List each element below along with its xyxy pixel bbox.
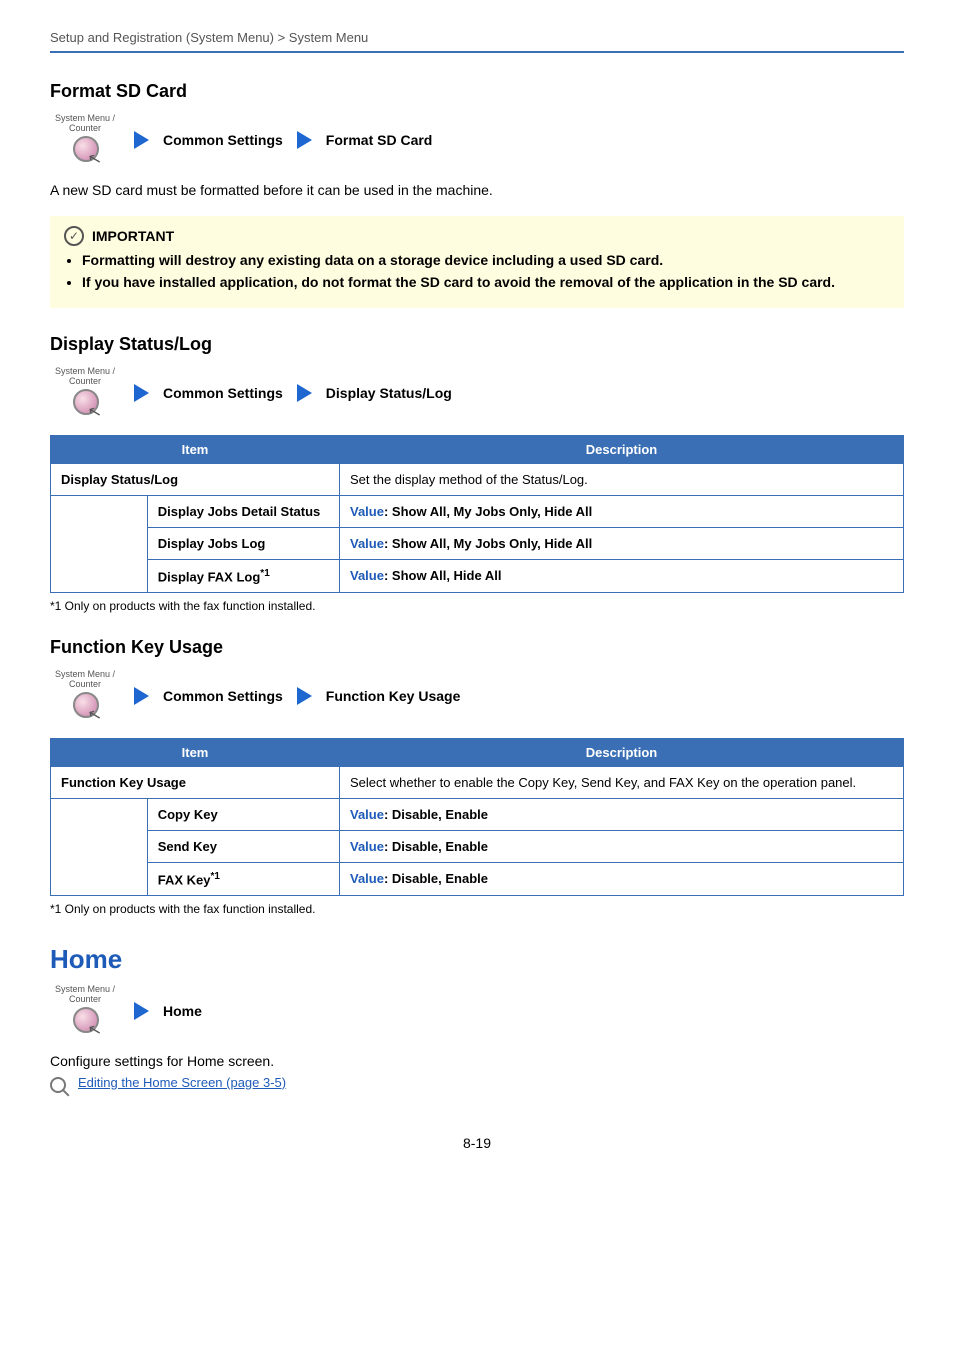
sub-desc: Value: Show All, My Jobs Only, Hide All: [340, 495, 904, 527]
th-item: Item: [51, 738, 340, 766]
arrow-right-icon: [297, 384, 312, 402]
sec2-nav: System Menu / Counter ↖ Common Settings …: [50, 367, 904, 419]
important-bullet: If you have installed application, do no…: [82, 274, 890, 290]
sub-item: Display Jobs Log: [147, 527, 339, 559]
arrow-right-icon: [134, 687, 149, 705]
header-rule: [50, 51, 904, 53]
system-menu-counter-icon: System Menu / Counter ↖: [50, 367, 120, 419]
running-head: Setup and Registration (System Menu) > S…: [50, 30, 904, 51]
indent-cell: [51, 495, 148, 592]
sec3-footnote: *1 Only on products with the fax functio…: [50, 902, 904, 916]
sec2-footnote: *1 Only on products with the fax functio…: [50, 599, 904, 613]
check-circle-icon: ✓: [64, 226, 84, 246]
sec2-title: Display Status/Log: [50, 334, 904, 355]
important-title: IMPORTANT: [92, 228, 174, 244]
sub-desc: Value: Disable, Enable: [340, 830, 904, 862]
sec1-nav: System Menu / Counter ↖ Common Settings …: [50, 114, 904, 166]
touch-icon: ↖: [70, 389, 100, 419]
row-item: Display Status/Log: [51, 463, 340, 495]
important-bullet: Formatting will destroy any existing dat…: [82, 252, 890, 268]
nav-common-settings: Common Settings: [163, 132, 283, 148]
system-menu-label: System Menu / Counter: [50, 114, 120, 134]
sub-desc: Value: Show All, Hide All: [340, 559, 904, 592]
sec4-body: Configure settings for Home screen.: [50, 1053, 904, 1069]
system-menu-label: System Menu / Counter: [50, 367, 120, 387]
arrow-right-icon: [134, 384, 149, 402]
nav-function-key-usage: Function Key Usage: [326, 688, 461, 704]
nav-home: Home: [163, 1003, 202, 1019]
touch-icon: ↖: [70, 1007, 100, 1037]
sub-desc: Value: Disable, Enable: [340, 798, 904, 830]
sub-item: Send Key: [147, 830, 339, 862]
system-menu-counter-icon: System Menu / Counter ↖: [50, 114, 120, 166]
sec1-title: Format SD Card: [50, 81, 904, 102]
touch-icon: ↖: [70, 692, 100, 722]
sub-item: Display Jobs Detail Status: [147, 495, 339, 527]
touch-icon: ↖: [70, 136, 100, 166]
sec3-title: Function Key Usage: [50, 637, 904, 658]
system-menu-counter-icon: System Menu / Counter ↖: [50, 670, 120, 722]
editing-home-screen-link[interactable]: Editing the Home Screen (page 3-5): [78, 1075, 286, 1090]
th-item: Item: [51, 435, 340, 463]
reference-row: Editing the Home Screen (page 3-5): [50, 1075, 904, 1095]
display-status-log-table: Item Description Display Status/Log Set …: [50, 435, 904, 593]
page-number: 8-19: [50, 1135, 904, 1151]
row-desc: Set the display method of the Status/Log…: [340, 463, 904, 495]
system-menu-label: System Menu / Counter: [50, 670, 120, 690]
sub-desc: Value: Disable, Enable: [340, 862, 904, 895]
system-menu-label: System Menu / Counter: [50, 985, 120, 1005]
important-box: ✓ IMPORTANT Formatting will destroy any …: [50, 216, 904, 308]
th-description: Description: [340, 435, 904, 463]
nav-common-settings: Common Settings: [163, 385, 283, 401]
row-item: Function Key Usage: [51, 766, 340, 798]
sub-item: Display FAX Log*1: [147, 559, 339, 592]
arrow-right-icon: [134, 1002, 149, 1020]
sub-desc: Value: Show All, My Jobs Only, Hide All: [340, 527, 904, 559]
nav-display-status-log: Display Status/Log: [326, 385, 452, 401]
indent-cell: [51, 798, 148, 895]
th-description: Description: [340, 738, 904, 766]
nav-common-settings: Common Settings: [163, 688, 283, 704]
sec1-intro: A new SD card must be formatted before i…: [50, 182, 904, 198]
arrow-right-icon: [297, 687, 312, 705]
sub-item: Copy Key: [147, 798, 339, 830]
sec4-nav: System Menu / Counter ↖ Home: [50, 985, 904, 1037]
row-desc: Select whether to enable the Copy Key, S…: [340, 766, 904, 798]
arrow-right-icon: [297, 131, 312, 149]
function-key-usage-table: Item Description Function Key Usage Sele…: [50, 738, 904, 896]
arrow-right-icon: [134, 131, 149, 149]
system-menu-counter-icon: System Menu / Counter ↖: [50, 985, 120, 1037]
sub-item: FAX Key*1: [147, 862, 339, 895]
magnifier-icon: [50, 1077, 68, 1095]
sec3-nav: System Menu / Counter ↖ Common Settings …: [50, 670, 904, 722]
nav-format-sd-card: Format SD Card: [326, 132, 433, 148]
sec4-title: Home: [50, 944, 904, 975]
